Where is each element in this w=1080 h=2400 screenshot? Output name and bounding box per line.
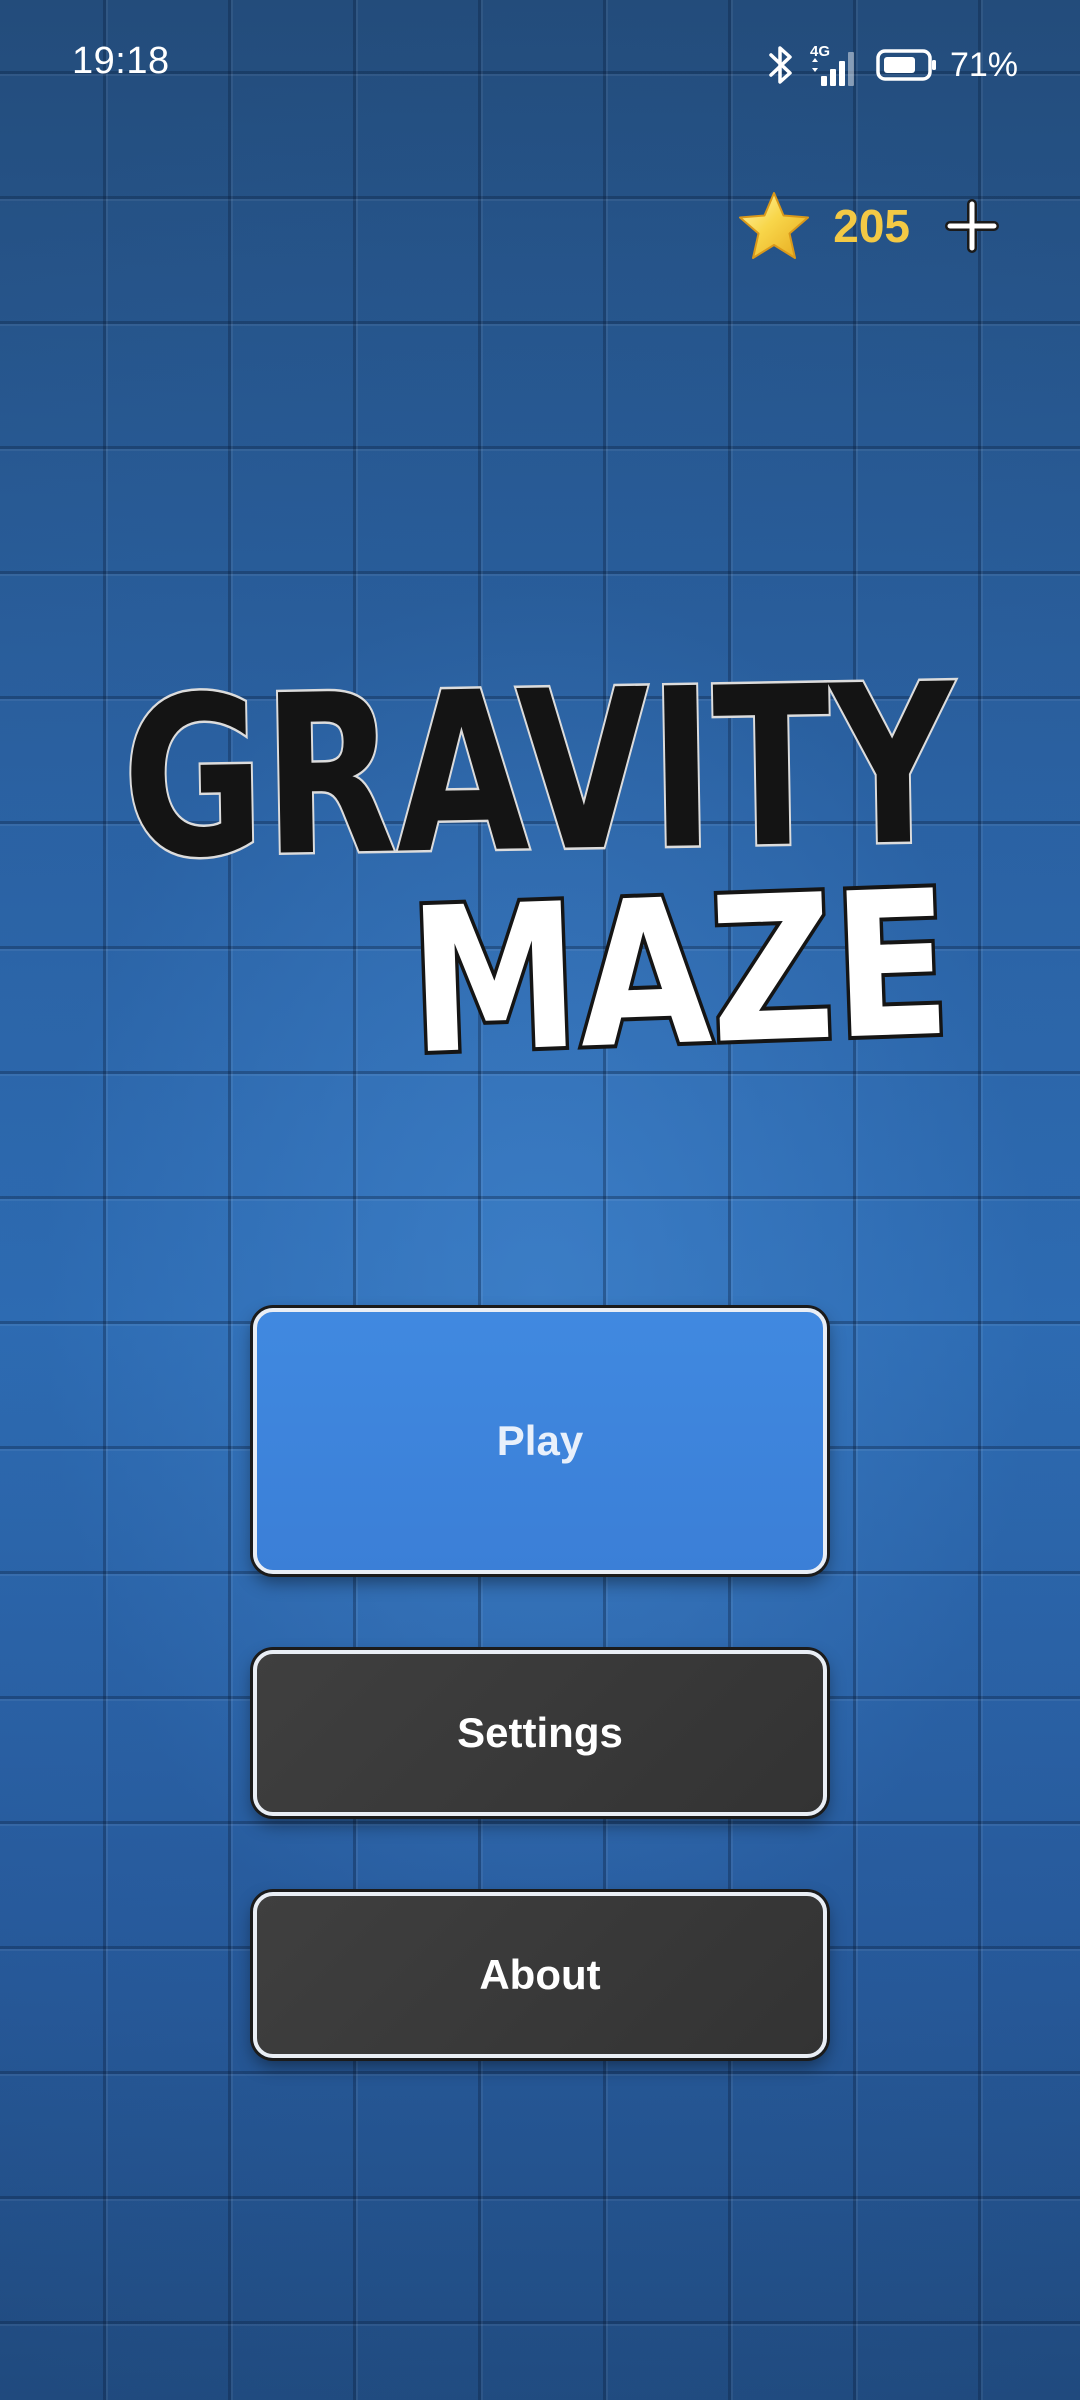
game-title: GRAVITY MAZE bbox=[110, 640, 970, 1070]
battery-percent: 71% bbox=[949, 45, 1018, 84]
star-icon bbox=[739, 192, 810, 259]
settings-button[interactable]: Settings bbox=[253, 1650, 827, 1816]
signal-icon: 4G bbox=[810, 43, 854, 86]
title-line-2: MAZE bbox=[406, 848, 954, 1070]
network-type-label: 4G bbox=[810, 43, 830, 60]
coin-counter: 205 bbox=[737, 186, 1002, 266]
coin-count: 205 bbox=[833, 200, 910, 252]
status-bar: 19:18 4G 71% bbox=[0, 0, 1080, 130]
status-icons: 4G 71% bbox=[768, 40, 1018, 90]
bluetooth-icon bbox=[769, 46, 792, 84]
battery-icon bbox=[876, 49, 936, 81]
status-time: 19:18 bbox=[72, 40, 170, 82]
about-button[interactable]: About bbox=[253, 1892, 827, 2058]
play-button[interactable]: Play bbox=[253, 1308, 827, 1574]
plus-icon[interactable] bbox=[942, 196, 1002, 256]
